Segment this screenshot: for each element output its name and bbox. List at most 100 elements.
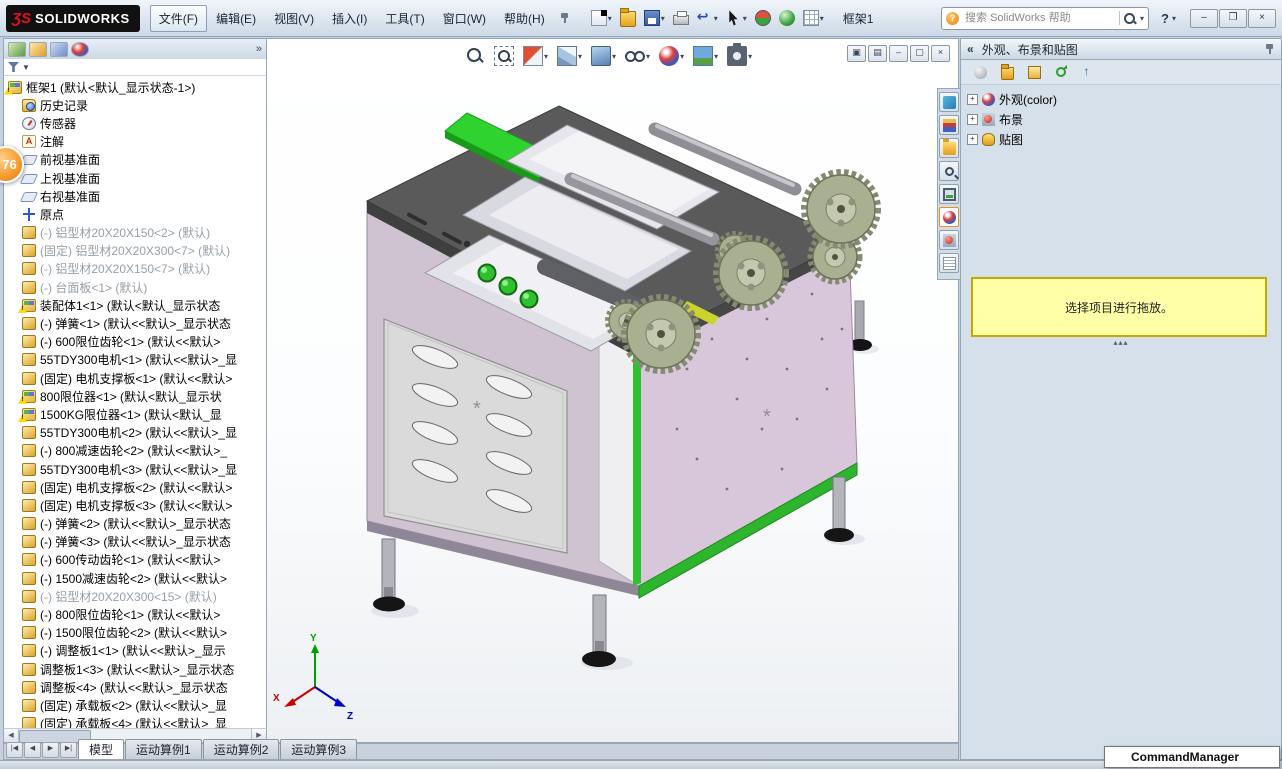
solidworks-resources-tab[interactable] [939, 92, 959, 112]
tree-item[interactable]: 55TDY300电机<2> (默认<<默认>_显 [4, 424, 266, 442]
graphics-area[interactable]: ▾▾▾▾▾▾▾ ▣▤–▢× [267, 38, 959, 743]
dropdown-arrow-icon[interactable]: ▾ [646, 52, 650, 61]
collapse-pane-icon[interactable]: « [967, 42, 974, 56]
appearance-tree-item[interactable]: +布景 [967, 109, 1281, 129]
scenes-tab[interactable] [939, 230, 959, 250]
dropdown-arrow-icon[interactable]: ▾ [748, 52, 752, 61]
minimize-button[interactable]: – [1190, 9, 1218, 28]
tree-item[interactable]: (-) 铝型材20X20X150<7> (默认) [4, 260, 266, 278]
configurationmanager-tab-icon[interactable] [50, 42, 68, 57]
apply-appearance-button[interactable] [969, 62, 991, 83]
tree-item[interactable]: (-) 600限位齿轮<1> (默认<<默认> [4, 333, 266, 351]
zoom-area-button[interactable] [491, 44, 517, 68]
search-tab[interactable] [939, 161, 959, 181]
restore-doc-icon[interactable]: ▢ [910, 45, 929, 62]
dimxpertmanager-tab-icon[interactable] [71, 42, 89, 57]
edit-appearance-button[interactable]: ▾ [656, 44, 687, 68]
pin-icon[interactable] [1265, 43, 1275, 55]
tree-item[interactable]: (固定) 电机支撑板<2> (默认<<默认> [4, 478, 266, 496]
filter-dropdown-icon[interactable]: ▼ [22, 63, 30, 72]
tree-item[interactable]: (-) 铝型材20X20X300<15> (默认) [4, 587, 266, 605]
tree-item[interactable]: 800限位器<1> (默认<默认_显示状 [4, 387, 266, 405]
tree-item[interactable]: 调整板<4> (默认<<默认>_显示状态 [4, 678, 266, 696]
doc-tab-1[interactable]: 模型 [78, 739, 124, 759]
refresh-button[interactable] [1050, 62, 1072, 83]
search-input[interactable] [963, 11, 1115, 25]
apply-scene-button[interactable]: ▾ [690, 44, 721, 68]
tree-item[interactable]: 前视基准面 [4, 151, 266, 169]
expand-plus-icon[interactable]: + [967, 94, 978, 105]
expand-plus-icon[interactable]: + [967, 134, 978, 145]
doc-tab-4[interactable]: 运动算例3 [280, 739, 357, 759]
search-dropdown-icon[interactable]: ▾ [1140, 14, 1144, 23]
appearances-tab[interactable] [939, 207, 959, 227]
close-button[interactable]: × [1248, 9, 1276, 28]
filter-funnel-icon[interactable] [8, 62, 19, 72]
menu-item-1[interactable]: 文件(F) [150, 5, 207, 32]
custom-properties-tab[interactable] [939, 253, 959, 273]
machine-body[interactable] [367, 106, 857, 598]
restore-button[interactable]: ❐ [1219, 9, 1247, 28]
file-explorer-tab[interactable] [939, 138, 959, 158]
tree-item[interactable]: (固定) 承载板<4> (默认<<默认>_显 [4, 715, 266, 728]
design-library-tab[interactable] [939, 115, 959, 135]
doc-tab-2[interactable]: 运动算例1 [125, 739, 202, 759]
chevron-right-icon[interactable]: » [256, 43, 262, 55]
display-style-button[interactable]: ▾ [588, 44, 619, 68]
menu-item-7[interactable]: 帮助(H) [495, 5, 554, 32]
view-orientation-button[interactable]: ▾ [554, 44, 585, 68]
appearance-button[interactable] [776, 5, 798, 31]
tree-item[interactable]: 框架1 (默认<默认_显示状态-1>) [4, 78, 266, 96]
dropdown-arrow-icon[interactable]: ▾ [820, 14, 824, 23]
tree-item[interactable]: (-) 1500减速齿轮<2> (默认<<默认> [4, 569, 266, 587]
expand-plus-icon[interactable]: + [967, 114, 978, 125]
doc-tab-3[interactable]: 运动算例2 [203, 739, 280, 759]
dropdown-arrow-icon[interactable]: ▾ [612, 52, 616, 61]
tree-item[interactable]: (-) 600传动齿轮<1> (默认<<默认> [4, 551, 266, 569]
tree-item[interactable]: 1500KG限位器<1> (默认<默认_显 [4, 405, 266, 423]
help-dropdown-icon[interactable]: ▾ [1172, 14, 1176, 23]
help-button[interactable]: ? ▾ [1161, 11, 1176, 26]
search-icon[interactable] [1124, 13, 1135, 24]
dropdown-arrow-icon[interactable]: ▾ [714, 14, 718, 23]
tree-item[interactable]: 原点 [4, 205, 266, 223]
dropdown-arrow-icon[interactable]: ▾ [680, 52, 684, 61]
tree-item[interactable]: 右视基准面 [4, 187, 266, 205]
tree-item[interactable]: (-) 台面板<1> (默认) [4, 278, 266, 296]
tree-item[interactable]: 调整板1<3> (默认<<默认>_显示状态 [4, 660, 266, 678]
tree-item[interactable]: (-) 铝型材20X20X150<2> (默认) [4, 224, 266, 242]
model-3d-view[interactable]: ** Y X Z [267, 39, 959, 743]
tree-item[interactable]: (-) 弹簧<3> (默认<<默认>_显示状态 [4, 533, 266, 551]
tree-item[interactable]: 注解 [4, 133, 266, 151]
tab-scroll-icon-1[interactable]: ◀ [24, 742, 41, 758]
print-button[interactable] [670, 5, 692, 31]
menu-item-2[interactable]: 编辑(E) [207, 5, 265, 32]
appearance-tree-item[interactable]: +外观(color) [967, 89, 1281, 109]
dropdown-arrow-icon[interactable]: ▾ [714, 52, 718, 61]
tree-item[interactable]: 历史记录 [4, 96, 266, 114]
tree-item[interactable]: (固定) 电机支撑板<1> (默认<<默认> [4, 369, 266, 387]
featuremanager-tab-icon[interactable] [8, 42, 26, 57]
tree-item[interactable]: (固定) 铝型材20X20X300<7> (默认) [4, 242, 266, 260]
tree-item[interactable]: (-) 800限位齿轮<1> (默认<<默认> [4, 605, 266, 623]
save-button[interactable]: ▾ [641, 5, 668, 31]
select-button[interactable]: ▾ [723, 5, 750, 31]
tree-item[interactable]: 装配体1<1> (默认<默认_显示状态 [4, 296, 266, 314]
new-window-icon[interactable]: ▣ [847, 45, 866, 62]
tree-item[interactable]: (固定) 承载板<2> (默认<<默认>_显 [4, 696, 266, 714]
tree-item[interactable]: (-) 800减速齿轮<2> (默认<<默认>_ [4, 442, 266, 460]
options-button[interactable]: ▾ [800, 5, 827, 31]
tree-item[interactable]: (-) 弹簧<1> (默认<<默认>_显示状态 [4, 314, 266, 332]
tree-item[interactable]: 传感器 [4, 114, 266, 132]
dropdown-arrow-icon[interactable]: ▾ [743, 14, 747, 23]
tree-item[interactable]: 上视基准面 [4, 169, 266, 187]
tree-item[interactable]: (-) 调整板1<1> (默认<<默认>_显示 [4, 642, 266, 660]
propertymanager-tab-icon[interactable] [29, 42, 47, 57]
view-settings-button[interactable]: ▾ [724, 44, 755, 68]
zoom-fit-button[interactable] [462, 44, 488, 68]
menu-item-6[interactable]: 窗口(W) [434, 5, 495, 32]
resize-handle-icon[interactable] [961, 338, 1281, 347]
tree-item[interactable]: (-) 1500限位齿轮<2> (默认<<默认> [4, 624, 266, 642]
tree-item[interactable]: (固定) 电机支撑板<3> (默认<<默认> [4, 496, 266, 514]
rebuild-button[interactable] [752, 5, 774, 31]
